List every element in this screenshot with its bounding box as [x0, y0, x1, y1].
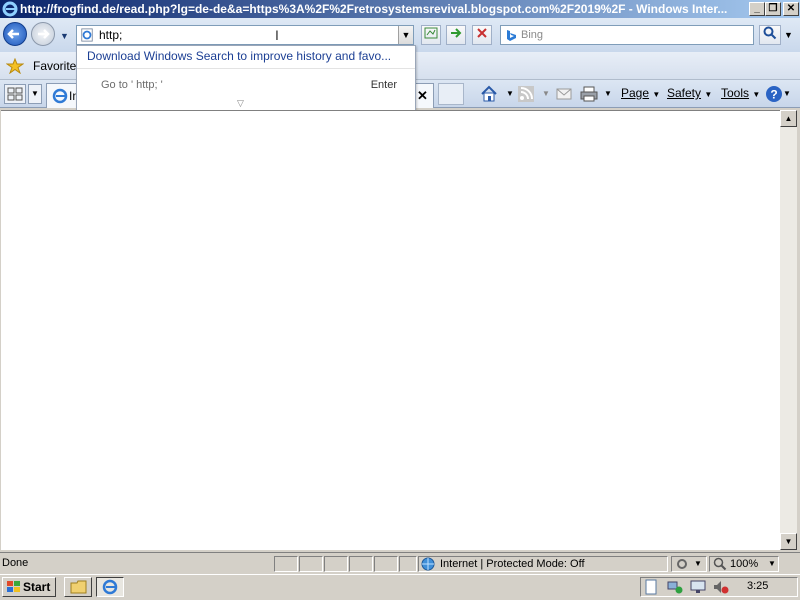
system-tray: 3:25: [640, 577, 798, 597]
stop-button[interactable]: [472, 25, 492, 45]
tab-list-dropdown[interactable]: ▼: [28, 84, 42, 104]
windows-logo-icon: [7, 581, 20, 592]
stop-icon: [477, 28, 487, 38]
window-title: http://frogfind.de/read.php?lg=de-de&a=h…: [20, 2, 728, 16]
ie-icon: [2, 1, 18, 17]
rss-feed-icon: [518, 86, 534, 102]
search-box[interactable]: Bing: [500, 25, 754, 45]
bing-icon: [507, 30, 516, 41]
clock[interactable]: 3:25: [747, 580, 768, 592]
address-dropdown-button[interactable]: ▼: [398, 26, 413, 44]
zoom-level: 100%: [730, 558, 759, 570]
go-button[interactable]: [446, 25, 466, 45]
quick-tabs-button[interactable]: [4, 84, 26, 104]
forward-arrow-icon: [38, 29, 50, 39]
status-text: Done: [2, 557, 29, 569]
star-icon: [6, 58, 24, 74]
address-input[interactable]: http;: [99, 28, 122, 42]
new-tab-button[interactable]: [438, 83, 464, 105]
compatibility-icon: [424, 27, 438, 39]
quick-tabs-icon: [7, 87, 23, 101]
status-panel: [274, 556, 298, 572]
dropdown-divider: [77, 68, 415, 69]
scroll-down-button[interactable]: ▼: [780, 533, 797, 550]
safety-menu-label: Safety: [667, 86, 702, 100]
volume-muted-icon[interactable]: [713, 580, 729, 594]
title-bar: http://frogfind.de/read.php?lg=de-de&a=h…: [0, 0, 800, 18]
expand-arrow-icon[interactable]: ▽: [237, 98, 244, 109]
help-dropdown[interactable]: ▼: [783, 89, 791, 98]
feeds-button[interactable]: [518, 86, 534, 105]
monitor-tray-icon[interactable]: [690, 580, 706, 594]
page-content[interactable]: [1, 110, 780, 550]
read-mail-button[interactable]: [556, 87, 572, 104]
minimize-button[interactable]: _: [749, 2, 765, 16]
restore-button[interactable]: ❐: [765, 2, 781, 16]
scroll-up-button[interactable]: ▲: [780, 110, 797, 127]
forward-button[interactable]: [31, 22, 55, 46]
network-tray-icon[interactable]: [667, 580, 683, 594]
back-button[interactable]: [3, 22, 27, 46]
tools-menu[interactable]: Tools ▼: [721, 86, 760, 100]
download-windows-search-link[interactable]: Download Windows Search to improve histo…: [87, 49, 407, 63]
page-icon: [81, 28, 93, 42]
search-input[interactable]: Bing: [521, 29, 543, 41]
vertical-scrollbar[interactable]: ▲ ▼: [780, 110, 797, 550]
zoom-panel[interactable]: 100% ▼: [709, 556, 779, 572]
ie-taskbar-icon: [102, 579, 118, 595]
feeds-dropdown[interactable]: ▼: [542, 89, 550, 98]
status-bar: Done Internet | Protected Mode: Off ▼ 10…: [0, 552, 800, 574]
home-button[interactable]: [480, 85, 498, 105]
address-bar[interactable]: http; I: [76, 25, 414, 45]
home-icon: [481, 85, 497, 102]
autocomplete-dropdown: Download Windows Search to improve histo…: [76, 45, 416, 112]
tools-menu-label: Tools: [721, 86, 750, 100]
zoom-dropdown-icon: ▼: [768, 559, 776, 568]
print-button[interactable]: [580, 86, 598, 105]
status-panel: [324, 556, 348, 572]
security-zone-text: Internet | Protected Mode: Off: [440, 558, 585, 570]
recent-pages-dropdown[interactable]: ▼: [60, 31, 69, 41]
start-label: Start: [23, 580, 51, 594]
security-zone-panel[interactable]: Internet | Protected Mode: Off: [418, 556, 668, 572]
protected-mode-panel[interactable]: ▼: [671, 556, 707, 572]
quick-launch-explorer[interactable]: [64, 577, 92, 597]
ie-tab-icon: [52, 88, 68, 104]
text-cursor-icon: I: [275, 27, 279, 43]
globe-icon: [421, 557, 435, 571]
print-dropdown[interactable]: ▼: [604, 89, 612, 98]
safety-menu[interactable]: Safety ▼: [667, 86, 712, 100]
taskbar-ie-button[interactable]: [96, 577, 124, 597]
close-button[interactable]: ✕: [783, 2, 799, 16]
document-tray-icon[interactable]: [644, 579, 658, 595]
help-button[interactable]: ?: [765, 85, 783, 106]
page-menu[interactable]: Page ▼: [621, 86, 660, 100]
go-arrow-icon: [451, 28, 462, 38]
folder-icon: [70, 580, 87, 594]
close-tab-icon[interactable]: ✕: [417, 88, 428, 104]
back-arrow-icon: [7, 29, 19, 39]
enter-hint: Enter: [370, 79, 397, 91]
search-button[interactable]: [759, 25, 781, 45]
status-panel: [349, 556, 373, 572]
search-options-dropdown[interactable]: ▼: [784, 30, 793, 40]
mail-icon: [556, 88, 572, 100]
compatibility-view-button[interactable]: [421, 25, 441, 45]
svg-text:?: ?: [770, 88, 777, 102]
favorites-label: Favorites: [33, 59, 83, 73]
settings-dropdown-icon: ▼: [694, 559, 702, 568]
zoom-icon: [713, 557, 727, 571]
start-button[interactable]: Start: [2, 577, 56, 597]
status-panel: [399, 556, 417, 572]
search-icon: [763, 26, 777, 40]
page-menu-label: Page: [621, 86, 650, 100]
help-icon: ?: [766, 86, 782, 102]
home-dropdown[interactable]: ▼: [506, 89, 514, 98]
settings-icon: [677, 559, 687, 569]
status-panel: [299, 556, 323, 572]
status-panel: [374, 556, 398, 572]
printer-icon: [580, 86, 598, 102]
go-to-suggestion[interactable]: Go to ' http; ': [101, 79, 163, 91]
